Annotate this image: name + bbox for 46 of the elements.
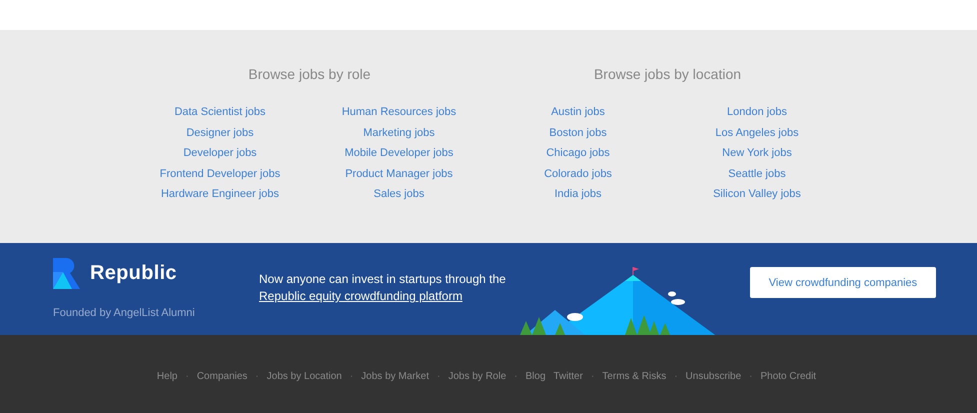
job-link[interactable]: Designer jobs [186, 126, 254, 140]
brand-name: Republic [90, 262, 177, 285]
job-link[interactable]: Silicon Valley jobs [713, 187, 801, 202]
tagline: Founded by AngelList Alumni [53, 307, 195, 319]
separator: · [590, 371, 594, 382]
footer-link[interactable]: Photo Credit [760, 371, 816, 382]
logo-icon [53, 258, 80, 289]
job-link[interactable]: Marketing jobs [363, 126, 435, 140]
job-link[interactable]: Hardware Engineer jobs [160, 187, 279, 202]
separator: · [749, 371, 752, 382]
job-link[interactable]: Boston jobs [549, 126, 607, 140]
promo-text: Now anyone can invest in startups through the [259, 272, 506, 286]
job-link[interactable]: Human Resources jobs [342, 105, 456, 120]
job-link[interactable]: Frontend Developer jobs [160, 166, 280, 181]
crowdfunding-button[interactable]: View crowdfunding companies [750, 267, 936, 298]
job-link[interactable]: Colorado jobs [544, 166, 612, 181]
job-link[interactable]: Developer jobs [183, 146, 257, 160]
job-link[interactable]: Sales jobs [374, 187, 424, 202]
footer-link[interactable]: Unsubscribe [686, 371, 742, 382]
section-heading: Browse jobs by location [594, 66, 742, 82]
footer-link[interactable]: Terms & Risks [602, 371, 666, 382]
footer-link[interactable]: Jobs by Role [448, 371, 506, 382]
footer-link[interactable]: Blog [525, 371, 546, 382]
platform-link[interactable]: Republic equity crowdfunding platform [259, 288, 462, 305]
separator: · [185, 371, 189, 382]
job-link[interactable]: India jobs [554, 187, 602, 202]
separator: · [514, 371, 518, 382]
job-link[interactable]: Los Angeles jobs [715, 126, 799, 140]
section-heading: Browse jobs by role [248, 66, 371, 82]
job-link[interactable]: Chicago jobs [546, 146, 610, 160]
job-link[interactable]: New York jobs [722, 146, 792, 160]
separator: · [255, 371, 259, 382]
footer-link[interactable]: Jobs by Market [361, 371, 429, 382]
job-link[interactable]: Mobile Developer jobs [344, 146, 454, 160]
job-link[interactable]: Data Scientist jobs [174, 105, 266, 120]
job-link[interactable]: London jobs [727, 105, 787, 120]
separator: · [350, 371, 354, 382]
separator: · [436, 371, 440, 382]
separator: · [674, 371, 678, 382]
footer-link[interactable]: Twitter [554, 371, 583, 382]
footer-link[interactable]: Help [156, 371, 178, 382]
footer-link[interactable]: Jobs by Location [266, 371, 342, 382]
job-link[interactable]: Austin jobs [551, 105, 605, 120]
job-link[interactable]: Seattle jobs [728, 166, 786, 181]
job-link[interactable]: Product Manager jobs [345, 166, 453, 181]
footer-link[interactable]: Companies [196, 371, 248, 382]
